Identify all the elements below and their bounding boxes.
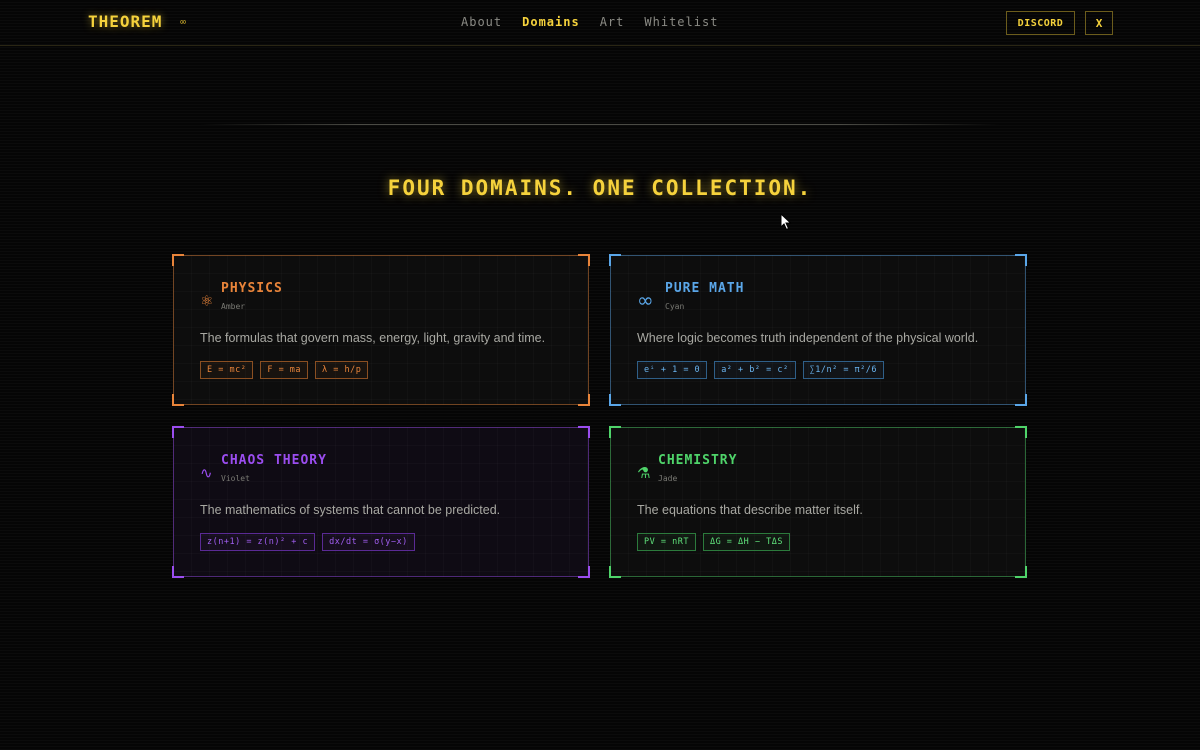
formula-chip: λ = h/p [315,361,369,379]
discord-button[interactable]: DISCORD [1006,11,1075,35]
formula-chip: E = mc² [200,361,254,379]
corner-accent [578,566,590,578]
nav-link-art[interactable]: Art [600,15,625,29]
domain-card-pure-math[interactable]: ∞ PURE MATH Cyan Where logic becomes tru… [609,254,1027,406]
formula-chips: z(n+1) = z(n)² + c dx/dt = σ(y−x) [200,533,415,551]
corner-accent [1015,394,1027,406]
card-subtitle: Cyan [665,302,685,311]
top-nav: THEOREM ∞ About Domains Art Whitelist DI… [0,0,1200,46]
card-subtitle: Amber [221,302,246,311]
corner-accent [1015,254,1027,266]
corner-accent [172,426,184,438]
formula-chip: PV = nRT [637,533,696,551]
corner-accent [578,254,590,266]
card-description: The mathematics of systems that cannot b… [200,503,501,517]
card-title: CHEMISTRY [658,453,738,468]
card-title: PURE MATH [665,281,745,296]
corner-accent [609,566,621,578]
card-description: The formulas that govern mass, energy, l… [200,331,546,345]
nav-link-domains[interactable]: Domains [522,15,580,29]
corner-accent [578,394,590,406]
formula-chips: E = mc² F = ma λ = h/p [200,361,369,379]
card-subtitle: Jade [658,474,678,483]
logo[interactable]: THEOREM [88,12,162,31]
domain-card-chaos-theory[interactable]: ∿ CHAOS THEORY Violet The mathematics of… [172,426,590,578]
formula-chip: eⁱ + 1 = 0 [637,361,708,379]
formula-chip: F = ma [260,361,309,379]
card-border [610,255,1026,405]
corner-accent [1015,426,1027,438]
card-title: PHYSICS [221,281,283,296]
corner-accent [172,566,184,578]
corner-accent [609,254,621,266]
nav-links: About Domains Art Whitelist [461,15,718,29]
section-divider [200,124,1000,125]
card-description: Where logic becomes truth independent of… [637,331,979,345]
domain-card-physics[interactable]: ⚛ PHYSICS Amber The formulas that govern… [172,254,590,406]
flask-icon: ⚗ [637,464,651,482]
mouse-cursor-icon [780,213,792,231]
wave-icon: ∿ [200,464,213,482]
card-border [173,427,589,577]
corner-accent [172,394,184,406]
nav-link-about[interactable]: About [461,15,502,29]
formula-chip: dx/dt = σ(y−x) [322,533,415,551]
domain-card-chemistry[interactable]: ⚗ CHEMISTRY Jade The equations that desc… [609,426,1027,578]
formula-chips: PV = nRT ΔG = ΔH − TΔS [637,533,790,551]
formula-chip: ΔG = ΔH − TΔS [702,533,790,551]
card-border [173,255,589,405]
card-description: The equations that describe matter itsel… [637,503,863,517]
corner-accent [578,426,590,438]
card-subtitle: Violet [221,474,250,483]
card-title: CHAOS THEORY [221,453,327,468]
section-headline: FOUR DOMAINS. ONE COLLECTION. [387,176,813,200]
corner-accent [609,394,621,406]
corner-accent [172,254,184,266]
formula-chip: ∑1/n² = π²/6 [802,361,885,379]
nav-link-whitelist[interactable]: Whitelist [644,15,718,29]
corner-accent [1015,566,1027,578]
corner-accent [609,426,621,438]
infinity-icon: ∞ [180,17,187,28]
formula-chip: a² + b² = c² [714,361,796,379]
infinity-icon: ∞ [637,288,654,312]
x-button[interactable]: X [1085,11,1113,35]
atom-icon: ⚛ [200,292,214,310]
card-border [610,427,1026,577]
formula-chips: eⁱ + 1 = 0 a² + b² = c² ∑1/n² = π²/6 [637,361,885,379]
formula-chip: z(n+1) = z(n)² + c [200,533,316,551]
